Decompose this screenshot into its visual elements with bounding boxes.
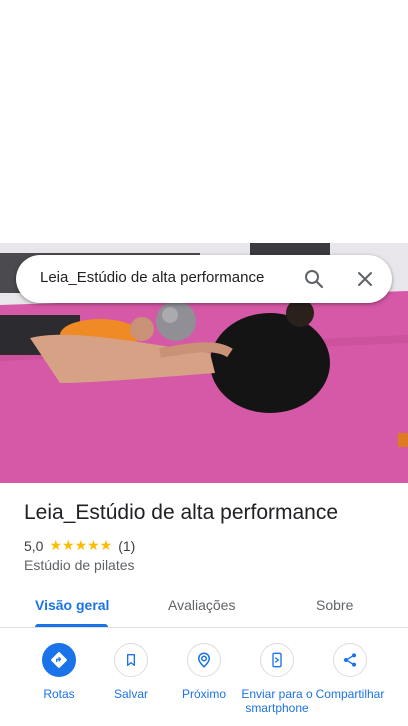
rating-value: 5,0 bbox=[24, 537, 44, 554]
place-title: Leia_Estúdio de alta performance bbox=[24, 501, 339, 524]
nearby-button[interactable]: Próximo bbox=[166, 643, 242, 701]
tab-reviews[interactable]: Avaliações bbox=[168, 597, 235, 613]
share-icon bbox=[333, 643, 367, 677]
place-card: Leia_Estúdio de alta performance 5,0 ★★★… bbox=[0, 483, 408, 726]
action-buttons-row: Rotas Salvar Próximo Enviar para o smart… bbox=[0, 643, 408, 726]
send-to-phone-icon bbox=[260, 643, 294, 677]
rating-row[interactable]: 5,0 ★★★★★ (1) bbox=[24, 537, 135, 554]
send-to-phone-label: Enviar para o smartphone bbox=[241, 687, 313, 715]
save-button[interactable]: Salvar bbox=[93, 643, 169, 701]
review-count[interactable]: (1) bbox=[118, 538, 135, 554]
tab-about[interactable]: Sobre bbox=[316, 597, 353, 613]
directions-button[interactable]: Rotas bbox=[21, 643, 97, 701]
search-query-text[interactable]: Leia_Estúdio de alta performance bbox=[40, 269, 264, 286]
close-icon[interactable] bbox=[353, 267, 377, 291]
send-to-phone-button[interactable]: Enviar para o smartphone bbox=[239, 643, 315, 715]
tab-overview[interactable]: Visão geral bbox=[35, 597, 109, 613]
search-icon[interactable] bbox=[302, 267, 326, 291]
share-button[interactable]: Compartilhar bbox=[312, 643, 388, 701]
search-bar[interactable]: Leia_Estúdio de alta performance bbox=[16, 255, 392, 303]
place-category[interactable]: Estúdio de pilates bbox=[24, 557, 135, 573]
directions-label: Rotas bbox=[43, 687, 75, 701]
bookmark-icon bbox=[114, 643, 148, 677]
directions-icon bbox=[42, 643, 76, 677]
tab-active-indicator bbox=[35, 624, 108, 627]
save-label: Salvar bbox=[113, 687, 148, 701]
nearby-label: Próximo bbox=[181, 687, 226, 701]
tab-bar: Visão geral Avaliações Sobre bbox=[0, 587, 408, 628]
share-label: Compartilhar bbox=[315, 687, 385, 701]
star-rating-icon: ★★★★★ bbox=[49, 537, 113, 553]
nearby-icon bbox=[187, 643, 221, 677]
